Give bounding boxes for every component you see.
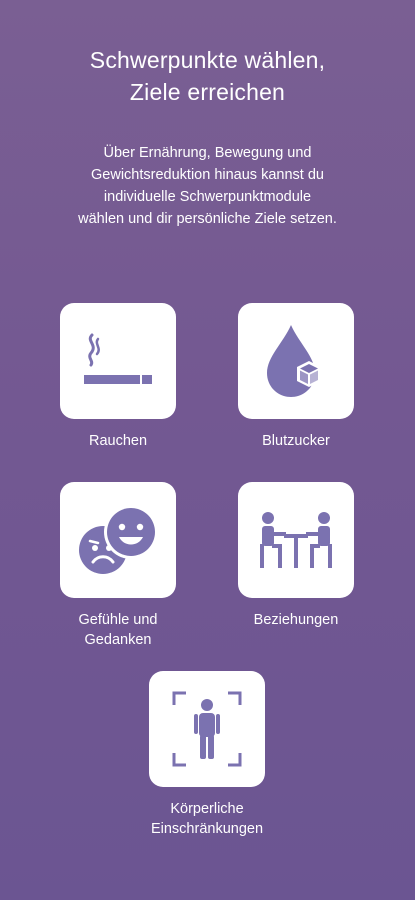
module-card-blutzucker[interactable] [238,303,354,419]
module-tile-gefuehle[interactable]: Gefühle und Gedanken [60,482,176,650]
page-title: Schwerpunkte wählen, Ziele erreichen [89,47,326,105]
page-description: Über Ernährung, Bewegung und Gewichtsred… [78,145,337,227]
people-at-table-icon [254,510,338,570]
faces-emotions-icon [76,500,160,580]
module-label-rauchen: Rauchen [88,433,148,449]
module-label-koerperliche-einschraenkungen: Körperliche Einschränkungen [150,801,264,837]
cigarette-icon [78,331,158,391]
module-card-rauchen[interactable] [60,303,176,419]
module-card-beziehungen[interactable] [238,482,354,598]
module-card-koerperliche-einschraenkungen[interactable] [149,671,265,787]
module-tile-beziehungen[interactable]: Beziehungen [238,482,354,630]
person-frame-icon [172,691,242,767]
module-tile-rauchen[interactable]: Rauchen [60,303,176,451]
module-tile-blutzucker[interactable]: Blutzucker [238,303,354,451]
module-card-gefuehle[interactable] [60,482,176,598]
module-label-gefuehle: Gefühle und Gedanken [78,612,158,648]
module-label-blutzucker: Blutzucker [262,433,330,449]
module-tile-koerperliche-einschraenkungen[interactable]: Körperliche Einschränkungen [149,671,265,839]
module-label-beziehungen: Beziehungen [253,612,339,628]
blood-drop-sugar-icon [261,321,331,401]
